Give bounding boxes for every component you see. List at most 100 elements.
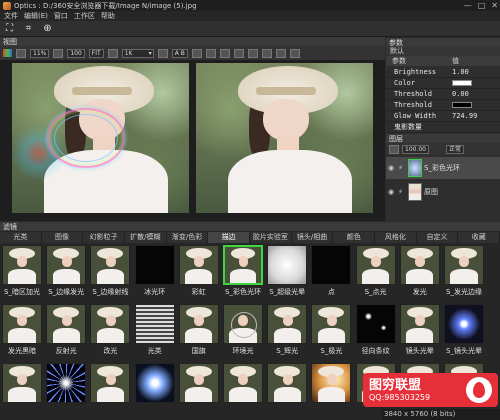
filter-item[interactable]: 点 xyxy=(311,245,352,297)
layer-item[interactable]: ◉ ⚡ 原图 xyxy=(386,181,500,203)
filter-item[interactable]: 改光 xyxy=(90,304,131,356)
filter-item[interactable]: 环境光 xyxy=(223,304,263,356)
filter-item[interactable] xyxy=(267,363,308,403)
split-view-button[interactable] xyxy=(191,48,202,58)
layer-lock-icon[interactable] xyxy=(389,144,399,154)
param-row[interactable]: Glow Width 724.99 xyxy=(386,111,500,122)
filter-thumbnail[interactable] xyxy=(134,363,175,403)
hand-tool-button[interactable] xyxy=(107,48,118,58)
filter-item[interactable]: 冰光环 xyxy=(134,245,175,297)
zoom-100-button[interactable]: 100 xyxy=(67,48,85,58)
filter-tab[interactable]: 自定义 xyxy=(417,232,459,243)
filter-thumbnail[interactable] xyxy=(399,245,440,285)
filter-thumbnail[interactable] xyxy=(178,304,219,344)
filter-item[interactable]: S_暗区加光 xyxy=(2,245,42,297)
snapshot-icon[interactable] xyxy=(247,48,258,58)
filter-thumbnail[interactable] xyxy=(267,363,308,403)
filter-tab[interactable]: 图像 xyxy=(42,232,84,243)
filter-item[interactable]: S_超级光晕 xyxy=(267,245,308,297)
filter-item[interactable]: S_极光 xyxy=(311,304,352,356)
filter-thumbnail[interactable] xyxy=(46,363,87,403)
fit-icon[interactable]: ⛶ xyxy=(4,23,15,34)
filter-tab[interactable]: 光类 xyxy=(0,232,42,243)
filter-thumbnail[interactable] xyxy=(2,304,42,344)
preset-label[interactable]: 默认 xyxy=(386,47,500,56)
filter-thumbnail[interactable] xyxy=(178,363,219,403)
menu-edit[interactable]: 编辑(E) xyxy=(24,11,48,21)
filter-item[interactable] xyxy=(46,363,87,403)
param-row[interactable]: Color xyxy=(386,78,500,89)
filter-item[interactable]: S_边缘射线 xyxy=(90,245,131,297)
zoom-out-button[interactable] xyxy=(53,48,64,58)
orbit-icon[interactable]: ⊕ xyxy=(42,23,53,34)
minimize-button[interactable]: — xyxy=(464,1,472,10)
filter-thumbnail[interactable] xyxy=(267,304,308,344)
preview-size-select[interactable]: 1K xyxy=(121,48,154,58)
filter-item[interactable]: 彩虹 xyxy=(178,245,219,297)
filter-thumbnail[interactable] xyxy=(90,304,131,344)
overlay-icon[interactable] xyxy=(289,48,300,58)
param-row[interactable]: Brightness 1.00 xyxy=(386,67,500,78)
filter-tab[interactable]: 胶片实验室 xyxy=(250,232,292,243)
param-row[interactable]: 鬼影数量 xyxy=(386,122,500,133)
threshold-color-swatch[interactable] xyxy=(452,100,472,111)
filter-tab[interactable]: 镜头/相曲 xyxy=(292,232,334,243)
filter-thumbnail[interactable] xyxy=(223,304,263,344)
filter-item[interactable] xyxy=(134,363,175,403)
filter-item[interactable]: S_点光 xyxy=(355,245,396,297)
layer-item[interactable]: ◉ ⚡ S_彩色光环 xyxy=(386,157,500,179)
layer-opacity-field[interactable]: 100.00 xyxy=(402,144,429,154)
menu-window[interactable]: 窗口 xyxy=(54,11,68,21)
filter-item[interactable]: 发光黑暗 xyxy=(2,304,42,356)
filter-tab[interactable]: 渐变/色彩 xyxy=(167,232,209,243)
close-button[interactable]: ✕ xyxy=(491,1,498,10)
filter-thumbnail[interactable] xyxy=(223,363,263,403)
filter-tab[interactable]: 收藏 xyxy=(458,232,500,243)
filter-item[interactable]: S_发光边缘 xyxy=(444,245,484,297)
layout-button[interactable] xyxy=(233,48,244,58)
param-row[interactable]: Threshold xyxy=(386,100,500,111)
menu-file[interactable]: 文件 xyxy=(4,11,18,21)
filter-thumbnail[interactable] xyxy=(444,245,484,285)
preview-with-effect[interactable] xyxy=(12,63,189,213)
filter-thumbnail[interactable] xyxy=(2,245,42,285)
filter-thumbnail[interactable] xyxy=(355,304,396,344)
filter-thumbnail[interactable] xyxy=(311,304,352,344)
filter-thumbnail[interactable] xyxy=(267,245,308,285)
filter-thumbnail[interactable] xyxy=(444,304,484,344)
filter-item[interactable] xyxy=(178,363,219,403)
filter-thumbnail[interactable] xyxy=(311,245,352,285)
filter-item[interactable]: S_边缘发光 xyxy=(46,245,87,297)
filter-thumbnail[interactable] xyxy=(134,304,175,344)
crop-icon[interactable]: ⌗ xyxy=(23,23,34,34)
filter-tab[interactable]: 颜色 xyxy=(333,232,376,243)
filter-item[interactable]: 径向条纹 xyxy=(355,304,396,356)
zoom-field[interactable]: 11% xyxy=(30,48,50,58)
background-toggle[interactable] xyxy=(16,48,26,58)
filter-thumbnail[interactable] xyxy=(399,304,440,344)
filter-item[interactable]: 国旗 xyxy=(178,304,219,356)
ab-compare-button[interactable]: A B xyxy=(171,48,188,58)
filter-item[interactable] xyxy=(223,363,263,403)
preview-original[interactable] xyxy=(196,63,373,213)
effect-icon[interactable]: ⚡ xyxy=(398,164,406,172)
maximize-button[interactable]: □ xyxy=(478,1,486,10)
filter-item[interactable]: 镜头光晕 xyxy=(399,304,440,356)
filter-thumbnail[interactable] xyxy=(46,304,87,344)
filter-thumbnail[interactable] xyxy=(2,363,42,403)
channel-icon[interactable] xyxy=(3,49,12,57)
blend-mode-select[interactable]: 正常 xyxy=(446,144,465,154)
filter-thumbnail[interactable] xyxy=(90,245,131,285)
filter-thumbnail[interactable] xyxy=(355,245,396,285)
visibility-icon[interactable]: ◉ xyxy=(388,164,396,172)
mask-icon[interactable] xyxy=(275,48,286,58)
filter-item[interactable]: S_彩色光环 xyxy=(223,245,263,297)
filter-item[interactable] xyxy=(311,363,352,403)
color-swatch[interactable] xyxy=(452,78,472,89)
filter-thumbnail[interactable] xyxy=(223,245,263,285)
filter-thumbnail[interactable] xyxy=(46,245,87,285)
param-row[interactable]: Threshold 0.00 xyxy=(386,89,500,100)
filter-thumbnail[interactable] xyxy=(90,363,131,403)
menu-help[interactable]: 帮助 xyxy=(101,11,115,21)
visibility-icon[interactable]: ◉ xyxy=(388,188,396,196)
